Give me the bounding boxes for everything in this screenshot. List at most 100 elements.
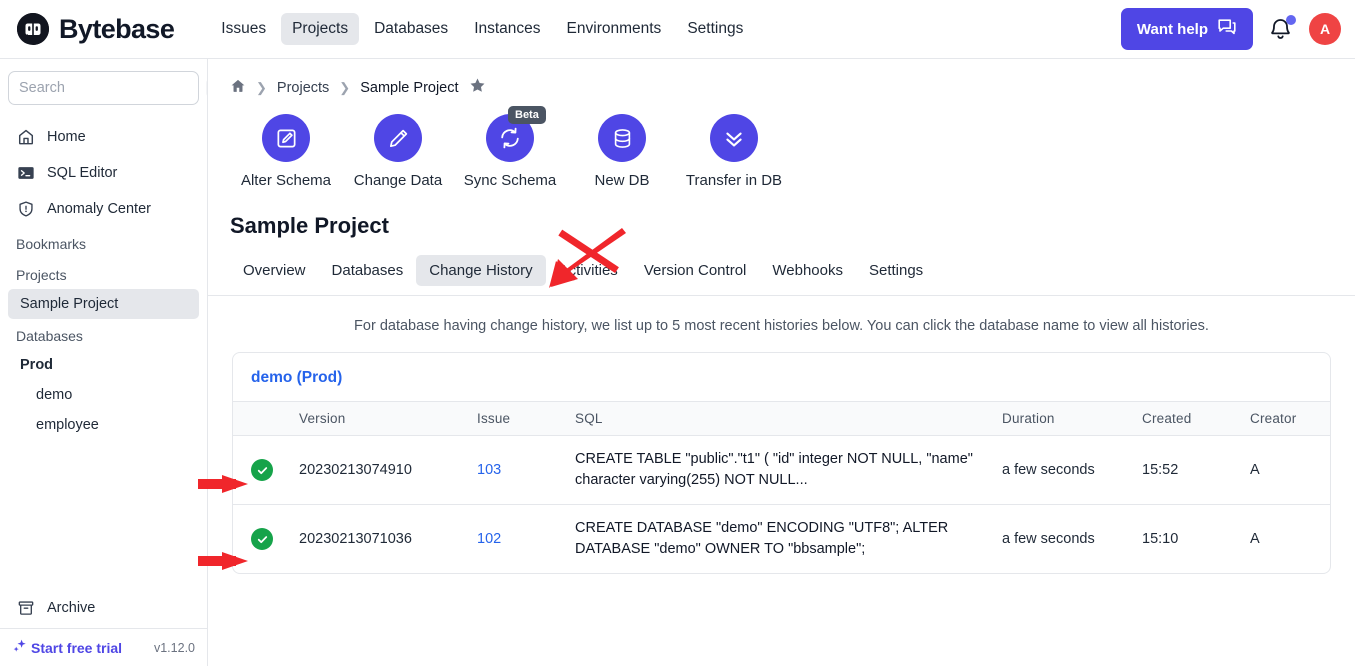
change-history-table: Version Issue SQL Duration Created Creat… bbox=[233, 401, 1330, 573]
table-row[interactable]: 20230213074910 103 CREATE TABLE "public"… bbox=[233, 436, 1330, 505]
action-sync-schema[interactable]: Beta Sync Schema bbox=[454, 106, 566, 189]
row-issue: 102 bbox=[469, 505, 567, 574]
sidebar-item-sql-editor[interactable]: SQL Editor bbox=[8, 155, 199, 191]
issue-link[interactable]: 102 bbox=[477, 531, 501, 547]
row-sql: CREATE DATABASE "demo" ENCODING "UTF8"; … bbox=[575, 520, 949, 558]
sidebar-bottom: Archive bbox=[0, 588, 207, 628]
sidebar-group-projects[interactable]: Projects bbox=[8, 258, 199, 289]
topbar-right-group: Want help A bbox=[1120, 8, 1341, 50]
terminal-icon bbox=[16, 163, 36, 183]
table-body: 20230213074910 103 CREATE TABLE "public"… bbox=[233, 436, 1330, 574]
nav-item-environments[interactable]: Environments bbox=[556, 13, 673, 45]
column-header-created: Created bbox=[1142, 411, 1192, 426]
tab-settings[interactable]: Settings bbox=[856, 255, 936, 286]
row-duration: a few seconds bbox=[1002, 462, 1095, 479]
nav-item-projects[interactable]: Projects bbox=[281, 13, 360, 45]
brand-name: Bytebase bbox=[59, 13, 175, 44]
sparkles-icon bbox=[12, 638, 28, 657]
success-check-icon bbox=[251, 528, 273, 551]
row-created: 15:52 bbox=[1142, 462, 1179, 479]
project-tabs: Overview Databases Change History Activi… bbox=[208, 239, 1355, 296]
sidebar-env-prod[interactable]: Prod bbox=[8, 350, 199, 380]
issue-link[interactable]: 103 bbox=[477, 462, 501, 478]
action-transfer-in-db[interactable]: Transfer in DB bbox=[678, 114, 790, 189]
app-version: v1.12.0 bbox=[153, 640, 195, 655]
top-navigation-bar: Bytebase Issues Projects Databases Insta… bbox=[0, 0, 1355, 58]
sidebar-item-archive[interactable]: Archive bbox=[8, 588, 199, 628]
breadcrumb-separator-1: ❯ bbox=[256, 79, 267, 95]
row-version: 20230213071036 bbox=[299, 531, 412, 548]
sidebar-group-databases[interactable]: Databases bbox=[8, 319, 199, 350]
chat-bubble-icon bbox=[1217, 18, 1237, 40]
quick-actions: Alter Schema Change Data Beta Sync Schem… bbox=[208, 104, 1355, 195]
breadcrumb-current-project[interactable]: Sample Project bbox=[360, 80, 458, 96]
sidebar-item-label-sql-editor: SQL Editor bbox=[47, 165, 118, 181]
row-sql: CREATE TABLE "public"."t1" ( "id" intege… bbox=[575, 451, 973, 489]
nav-item-issues[interactable]: Issues bbox=[210, 13, 277, 45]
breadcrumb-home-icon[interactable] bbox=[230, 78, 246, 98]
page-title: Sample Project bbox=[230, 213, 389, 238]
row-version: 20230213074910 bbox=[299, 462, 412, 479]
row-issue: 103 bbox=[469, 436, 567, 505]
database-link-demo-prod[interactable]: demo (Prod) bbox=[251, 369, 342, 386]
row-creator: A bbox=[1250, 531, 1260, 548]
tab-overview[interactable]: Overview bbox=[230, 255, 319, 286]
tab-webhooks[interactable]: Webhooks bbox=[759, 255, 856, 286]
app-root: Bytebase Issues Projects Databases Insta… bbox=[0, 0, 1355, 666]
brand-logo-area[interactable]: Bytebase bbox=[16, 12, 175, 46]
sidebar-item-sample-project[interactable]: Sample Project bbox=[8, 289, 199, 319]
search-input[interactable] bbox=[19, 80, 206, 96]
nav-item-settings[interactable]: Settings bbox=[676, 13, 754, 45]
action-label-sync-schema: Sync Schema bbox=[463, 172, 557, 189]
search-box[interactable]: ⌘ K bbox=[8, 71, 207, 105]
row-created: 15:10 bbox=[1142, 531, 1179, 548]
want-help-button[interactable]: Want help bbox=[1120, 8, 1253, 50]
home-icon bbox=[16, 127, 36, 147]
start-free-trial-label: Start free trial bbox=[31, 639, 123, 656]
action-new-db[interactable]: New DB bbox=[566, 114, 678, 189]
sidebar-archive-label: Archive bbox=[47, 600, 96, 616]
sidebar-trial-bar: Start free trial v1.12.0 bbox=[0, 628, 207, 666]
nav-item-instances[interactable]: Instances bbox=[463, 13, 551, 45]
sidebar: ⌘ K Home bbox=[0, 58, 208, 666]
table-header-row: Version Issue SQL Duration Created Creat… bbox=[233, 401, 1330, 436]
search-shortcut-hint: ⌘ K bbox=[206, 79, 207, 97]
star-icon[interactable] bbox=[469, 77, 486, 98]
sidebar-scroll-area: ⌘ K Home bbox=[0, 59, 207, 588]
tab-change-history[interactable]: Change History bbox=[416, 255, 546, 286]
sidebar-database-employee[interactable]: employee bbox=[8, 410, 199, 440]
breadcrumb: ❯ Projects ❯ Sample Project bbox=[208, 59, 1355, 104]
column-header-status bbox=[233, 402, 291, 436]
action-label-new-db: New DB bbox=[594, 172, 650, 189]
user-avatar[interactable]: A bbox=[1309, 13, 1341, 45]
app-body: ⌘ K Home bbox=[0, 58, 1355, 666]
table-row[interactable]: 20230213071036 102 CREATE DATABASE "demo… bbox=[233, 505, 1330, 574]
action-change-data[interactable]: Change Data bbox=[342, 114, 454, 189]
action-label-transfer-in-db: Transfer in DB bbox=[685, 172, 783, 189]
nav-item-databases[interactable]: Databases bbox=[363, 13, 459, 45]
column-header-creator: Creator bbox=[1250, 411, 1297, 426]
tab-activities[interactable]: Activities bbox=[546, 255, 631, 286]
tab-databases[interactable]: Databases bbox=[319, 255, 417, 286]
sidebar-item-home[interactable]: Home bbox=[8, 119, 199, 155]
breadcrumb-separator-2: ❯ bbox=[339, 79, 351, 95]
table-header: Version Issue SQL Duration Created Creat… bbox=[233, 401, 1330, 436]
sidebar-item-label-home: Home bbox=[47, 129, 86, 145]
sidebar-database-demo[interactable]: demo bbox=[8, 380, 199, 410]
notifications-button[interactable] bbox=[1269, 15, 1296, 42]
row-status-cell bbox=[233, 505, 291, 574]
action-alter-schema[interactable]: Alter Schema bbox=[230, 114, 342, 189]
column-header-duration: Duration bbox=[1002, 411, 1055, 426]
archive-box-icon bbox=[16, 598, 36, 618]
action-label-change-data: Change Data bbox=[353, 172, 443, 189]
beta-badge: Beta bbox=[508, 106, 546, 124]
breadcrumb-projects[interactable]: Projects bbox=[277, 80, 329, 96]
edit-square-icon bbox=[262, 114, 310, 162]
double-chevron-down-icon bbox=[710, 114, 758, 162]
change-history-card-header: demo (Prod) bbox=[233, 353, 1330, 401]
change-history-hint: For database having change history, we l… bbox=[354, 318, 1209, 334]
tab-version-control[interactable]: Version Control bbox=[631, 255, 760, 286]
start-free-trial-button[interactable]: Start free trial bbox=[12, 638, 122, 657]
database-icon bbox=[598, 114, 646, 162]
main-content: ❯ Projects ❯ Sample Project Alter Schema… bbox=[208, 58, 1355, 666]
